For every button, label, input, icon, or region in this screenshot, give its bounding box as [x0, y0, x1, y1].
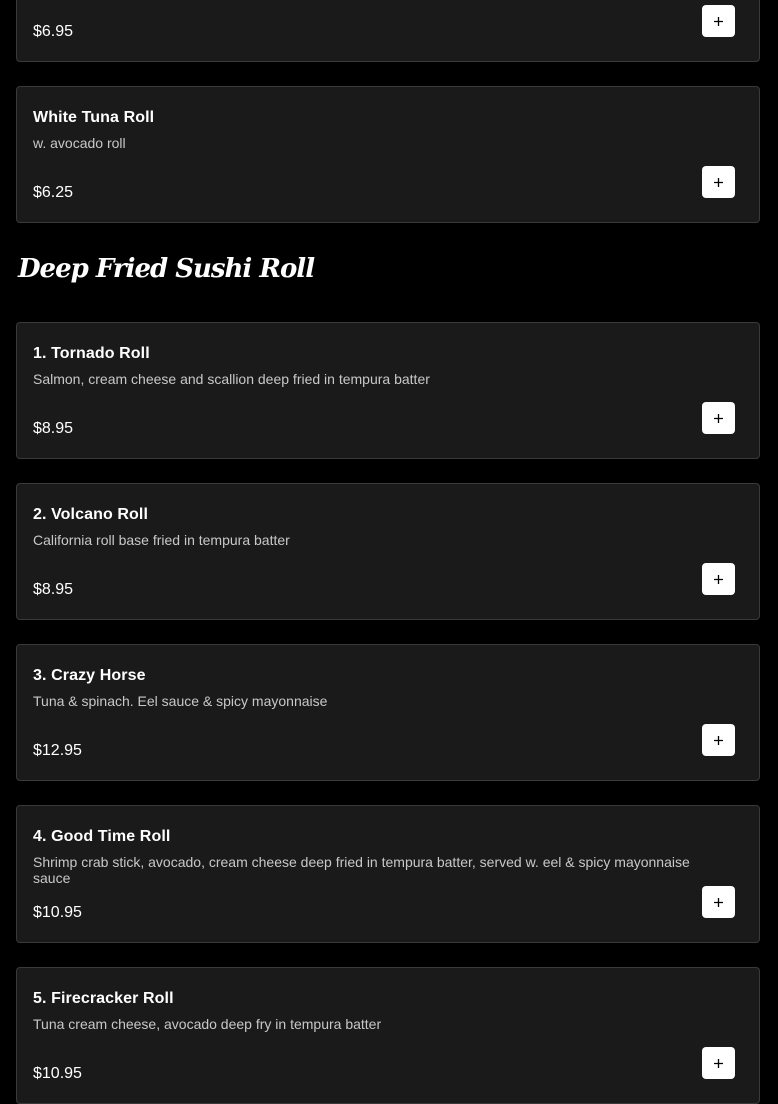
item-name: 4. Good Time Roll — [33, 828, 171, 845]
menu-item-card[interactable]: 1. Tornado Roll Salmon, cream cheese and… — [16, 322, 760, 459]
item-name: 5. Firecracker Roll — [33, 990, 174, 1007]
add-to-cart-button[interactable] — [702, 563, 735, 595]
item-description: Salmon, cream cheese and scallion deep f… — [33, 371, 430, 387]
item-description: Tuna cream cheese, avocado deep fry in t… — [33, 1016, 382, 1032]
item-name: 2. Volcano Roll — [33, 506, 148, 523]
item-name: 3. Crazy Horse — [33, 667, 146, 684]
item-name: White Tuna Roll — [33, 109, 155, 126]
menu-item-card[interactable]: White Tuna Roll w. avocado roll $6.25 — [16, 86, 760, 223]
add-to-cart-button[interactable] — [702, 886, 735, 918]
plus-icon — [714, 897, 723, 907]
add-to-cart-button[interactable] — [702, 724, 735, 756]
add-to-cart-button[interactable] — [702, 402, 735, 434]
item-description: w. avocado roll — [33, 135, 126, 151]
item-price: $8.95 — [33, 420, 74, 437]
plus-icon — [714, 574, 723, 584]
item-price: $10.95 — [33, 904, 82, 921]
menu-item-card[interactable]: 2. Volcano Roll California roll base fri… — [16, 483, 760, 620]
add-to-cart-button[interactable] — [702, 166, 735, 198]
menu-item-card[interactable]: 4. Good Time Roll Shrimp crab stick, avo… — [16, 805, 760, 943]
menu-item-card[interactable]: 5. Firecracker Roll Tuna cream cheese, a… — [16, 967, 760, 1104]
plus-icon — [714, 16, 723, 26]
item-price: $6.25 — [33, 184, 74, 201]
item-price: $6.95 — [33, 23, 74, 40]
plus-icon — [714, 1058, 723, 1068]
plus-icon — [714, 735, 723, 745]
item-description: Shrimp crab stick, avocado, cream cheese… — [33, 854, 690, 886]
item-name: 1. Tornado Roll — [33, 345, 150, 362]
section-title: Deep Fried Sushi Roll — [18, 254, 315, 284]
plus-icon — [714, 413, 723, 423]
item-description: Tuna & spinach. Eel sauce & spicy mayonn… — [33, 693, 328, 709]
plus-icon — [714, 177, 723, 187]
item-price: $8.95 — [33, 581, 74, 598]
item-description: California roll base fried in tempura ba… — [33, 532, 290, 548]
add-to-cart-button[interactable] — [702, 1047, 735, 1079]
menu-item-card[interactable]: 3. Crazy Horse Tuna & spinach. Eel sauce… — [16, 644, 760, 781]
item-price: $12.95 — [33, 742, 82, 759]
item-price: $10.95 — [33, 1065, 82, 1082]
menu-item-card[interactable]: $6.95 — [16, 0, 760, 62]
add-to-cart-button[interactable] — [702, 5, 735, 37]
